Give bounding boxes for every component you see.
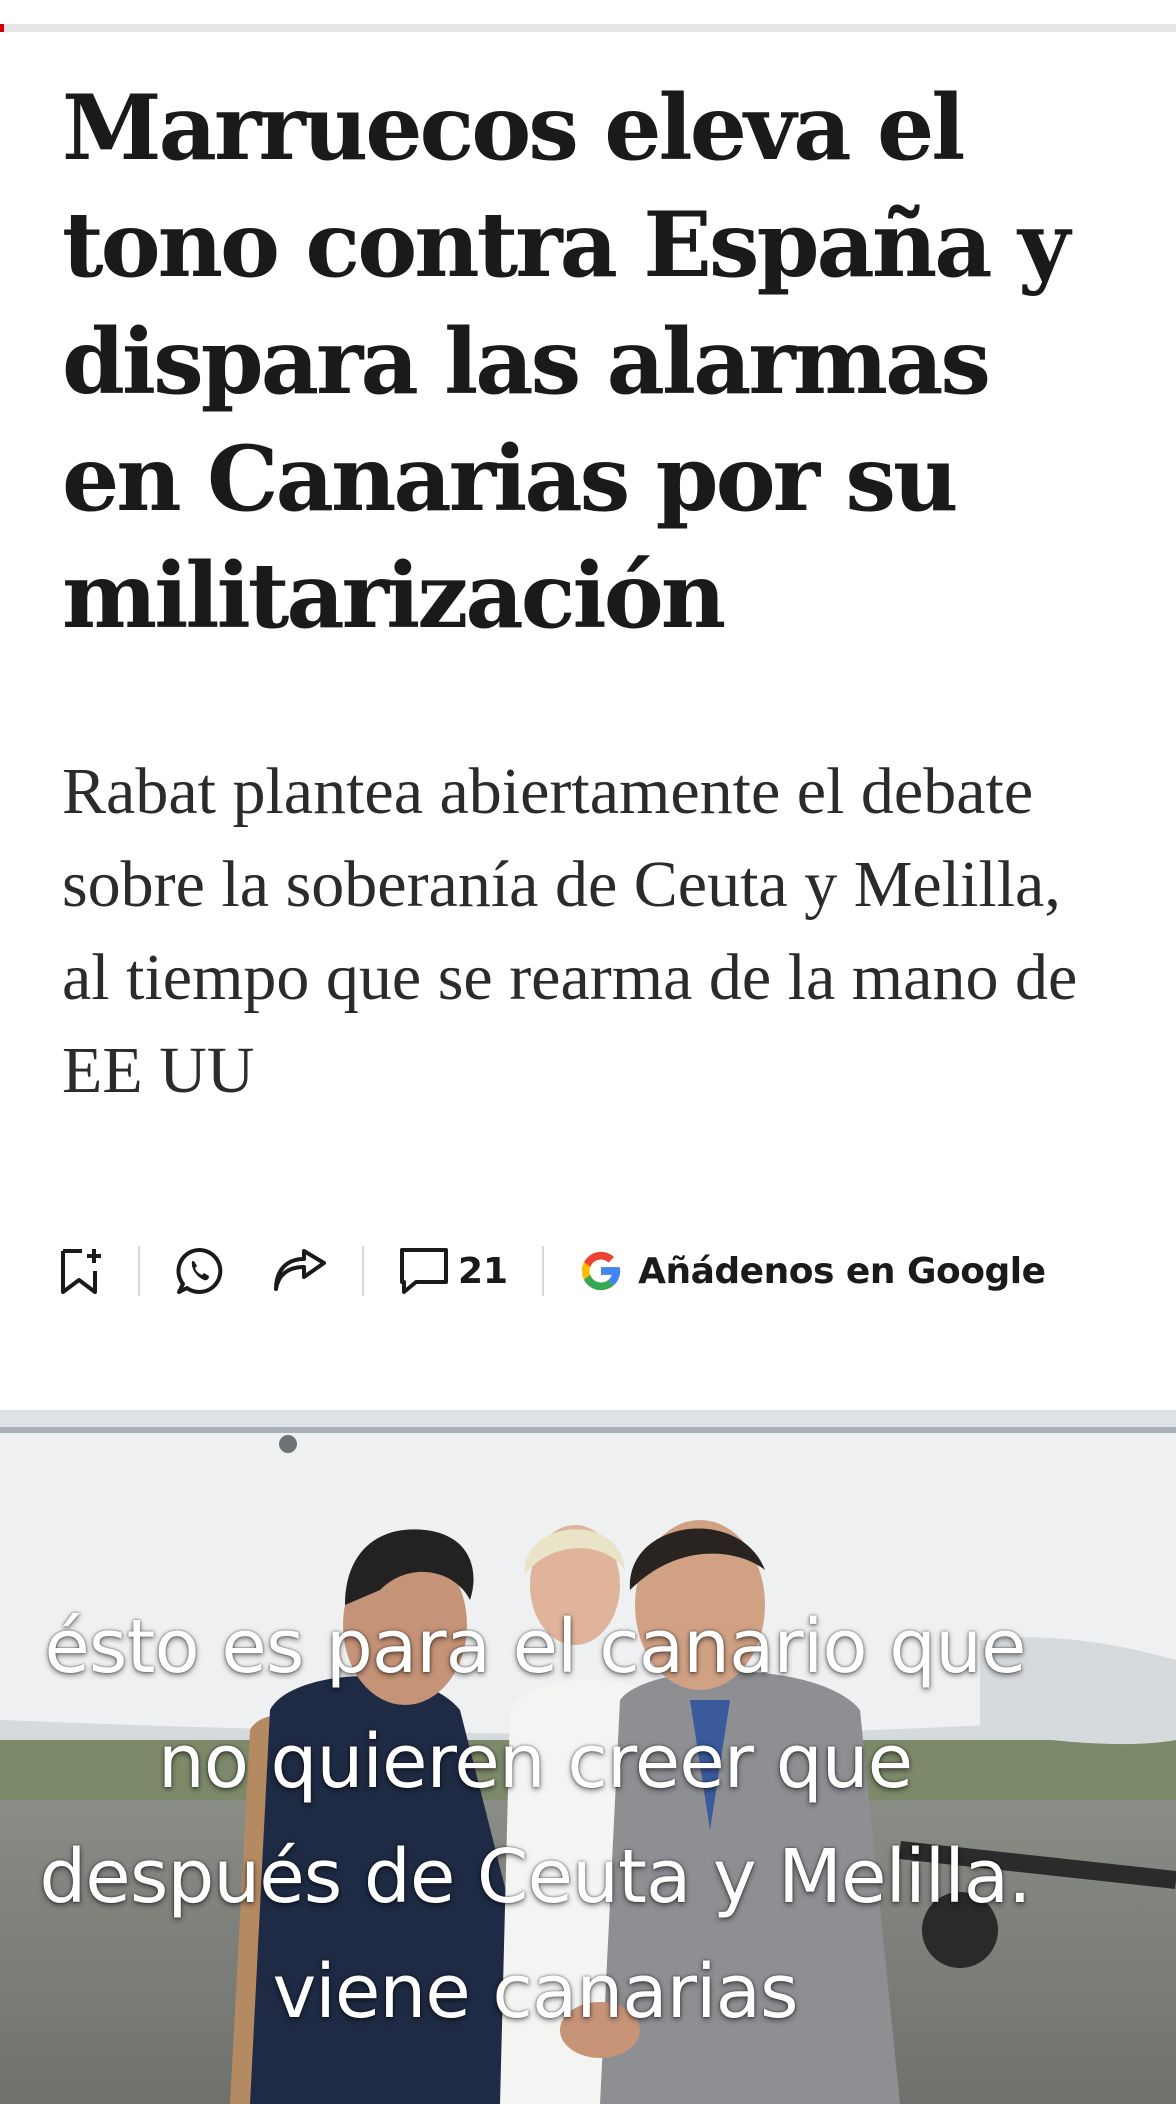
reading-progress-fill xyxy=(0,24,4,32)
reading-progress-bar xyxy=(0,24,1176,32)
add-to-google-button[interactable]: Añádenos en Google xyxy=(578,1248,1046,1294)
article-subtitle: Rabat plantea abiertamente el debate sob… xyxy=(62,755,1078,1107)
caption-line: viene canarias xyxy=(272,1949,799,2035)
article-action-bar: 21 Añádenos en Google xyxy=(58,1236,1118,1306)
bookmark-add-icon[interactable] xyxy=(58,1245,104,1297)
action-separator xyxy=(362,1246,364,1296)
article-headline: Marruecos eleva el tono contra España y … xyxy=(62,75,1070,649)
comments-count[interactable]: 21 xyxy=(458,1251,508,1292)
share-arrow-icon[interactable] xyxy=(272,1249,328,1293)
article-header: Marruecos eleva el tono contra España y … xyxy=(62,70,1122,1117)
action-separator xyxy=(138,1246,140,1296)
caption-line: después de Ceuta y Melilla. xyxy=(39,1834,1031,1920)
comment-icon[interactable]: 21 xyxy=(398,1246,508,1296)
video-caption-overlay: ésto es para el canario que no quieren c… xyxy=(0,1590,1070,2050)
google-g-icon xyxy=(581,1251,621,1291)
whatsapp-icon[interactable] xyxy=(174,1245,226,1297)
caption-line: ésto es para el canario que xyxy=(44,1604,1026,1690)
add-to-google-label[interactable]: Añádenos en Google xyxy=(638,1251,1046,1292)
action-separator xyxy=(542,1246,545,1296)
caption-line: no quieren creer que xyxy=(157,1719,913,1805)
